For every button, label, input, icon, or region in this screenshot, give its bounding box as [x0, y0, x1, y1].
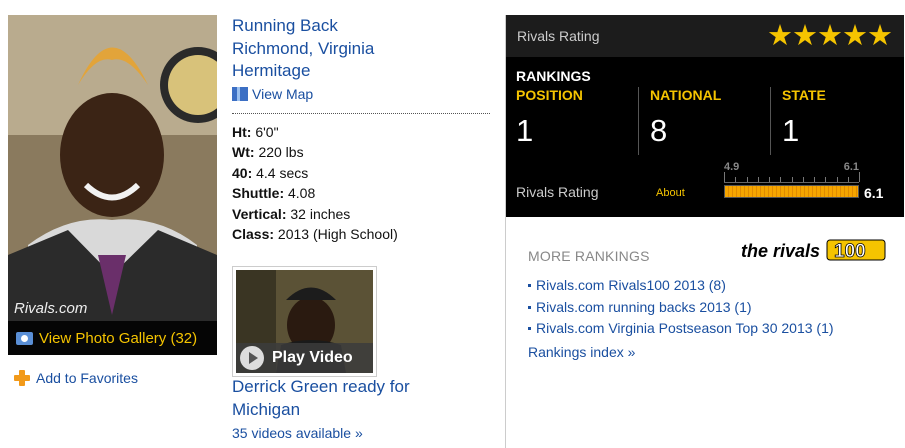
stat-vertical: Vertical: 32 inches — [232, 205, 351, 222]
plus-icon — [14, 370, 30, 386]
videos-available-link[interactable]: 35 videos available » — [232, 425, 363, 441]
rating-scale-tick — [735, 177, 737, 182]
rivals100-logo[interactable]: the rivals 100 — [741, 238, 887, 262]
rank-state: STATE 1 — [782, 87, 826, 157]
svg-text:100: 100 — [834, 241, 866, 262]
video-thumbnail[interactable]: Play Video — [232, 266, 377, 377]
rankings-index-link[interactable]: Rankings index » — [528, 344, 635, 360]
video-title-link[interactable]: Derrick Green ready for Michigan — [232, 376, 462, 421]
rating-scale: 4.9 6.1 — [724, 161, 860, 203]
photo-gallery-label: View Photo Gallery (32) — [39, 329, 198, 347]
bullet-icon — [528, 327, 531, 331]
play-video-label: Play Video — [272, 349, 353, 366]
rank-state-value: 1 — [782, 113, 800, 148]
player-photo[interactable]: Rivals.com View Photo Gallery (32) — [8, 15, 217, 355]
rating-scale-tick — [836, 177, 838, 182]
stat-class: Class: 2013 (High School) — [232, 226, 398, 242]
school-link[interactable]: Hermitage — [232, 60, 490, 83]
rating-scale-tick — [847, 177, 849, 182]
rank-state-header: STATE — [782, 87, 826, 103]
rankings-panel: RANKINGS POSITION 1 NATIONAL 8 STATE 1 R… — [506, 57, 904, 217]
rating-scale-tick — [802, 177, 804, 182]
rank-national-header: NATIONAL — [650, 87, 722, 103]
rankings-title: RANKINGS — [516, 68, 591, 84]
rating-scale-tick — [769, 177, 770, 182]
star-rating-icon: ★★★★★ — [767, 19, 893, 52]
rating-scale-tick — [746, 177, 748, 182]
about-rating-link[interactable]: About — [656, 187, 685, 199]
player-stats: Ht: 6'0" Wt: 220 lbs 40: 4.4 secs Shuttl… — [232, 122, 490, 245]
rating-scale-tick — [757, 177, 759, 182]
rating-scale-tick — [814, 177, 815, 182]
rank-position-header: POSITION — [516, 87, 583, 103]
rivals-rating-label: Rivals Rating — [516, 184, 599, 200]
view-map-link[interactable]: View Map — [232, 86, 490, 102]
rating-scale-tick — [825, 177, 827, 182]
add-to-favorites-label: Add to Favorites — [36, 370, 138, 386]
stat-height: Ht: 6'0" — [232, 123, 279, 140]
rating-scale-ticks — [724, 172, 860, 183]
position-link[interactable]: Running Back — [232, 15, 490, 38]
map-icon — [232, 86, 248, 101]
stat-forty: 40: 4.4 secs — [232, 164, 309, 181]
rank-divider — [770, 87, 771, 155]
rank-divider — [638, 87, 639, 155]
rating-scale-tick — [724, 172, 725, 182]
rivals-rating-header-label: Rivals Rating — [517, 28, 600, 44]
rating-scale-max: 6.1 — [843, 161, 859, 173]
play-video-button[interactable]: Play Video — [236, 343, 373, 373]
rating-scale-tick — [859, 172, 860, 182]
stat-shuttle: Shuttle: 4.08 — [232, 185, 316, 201]
add-to-favorites-link[interactable]: Add to Favorites — [14, 370, 138, 386]
view-map-label: View Map — [252, 85, 314, 102]
stat-weight: Wt: 220 lbs — [232, 144, 304, 160]
rank-national-value: 8 — [650, 113, 668, 148]
more-rankings-item[interactable]: Rivals.com running backs 2013 (1) — [528, 297, 834, 319]
view-photo-gallery-link[interactable]: View Photo Gallery (32) — [8, 321, 217, 355]
player-info: Running Back Richmond, Virginia Hermitag… — [232, 15, 490, 245]
rating-value: 6.1 — [864, 185, 884, 201]
rivals-rating-header: Rivals Rating ★★★★★ — [506, 15, 904, 57]
more-rankings-item[interactable]: Rivals.com Virginia Postseason Top 30 20… — [528, 318, 834, 340]
bullet-icon — [528, 305, 531, 309]
hometown-link[interactable]: Richmond, Virginia — [232, 38, 490, 61]
more-rankings-list: Rivals.com Rivals100 2013 (8) Rivals.com… — [528, 275, 834, 340]
photo-watermark: Rivals.com — [14, 300, 88, 317]
svg-text:the rivals: the rivals — [741, 241, 820, 261]
rating-scale-tick — [791, 177, 793, 182]
rating-scale-tick — [780, 177, 782, 182]
rank-position-value: 1 — [516, 113, 534, 148]
camera-icon — [16, 331, 33, 345]
bullet-icon — [528, 284, 531, 288]
more-rankings-title: MORE RANKINGS — [528, 248, 650, 264]
more-rankings-item[interactable]: Rivals.com Rivals100 2013 (8) — [528, 275, 834, 297]
rating-bar-fill — [725, 186, 858, 197]
video-thumbnail-image: Play Video — [236, 270, 373, 373]
rating-bar — [724, 185, 859, 198]
play-icon — [240, 346, 264, 370]
rank-position: POSITION 1 — [516, 87, 583, 157]
rating-scale-min: 4.9 — [724, 161, 740, 173]
rank-national: NATIONAL 8 — [650, 87, 721, 157]
info-divider — [232, 112, 490, 114]
